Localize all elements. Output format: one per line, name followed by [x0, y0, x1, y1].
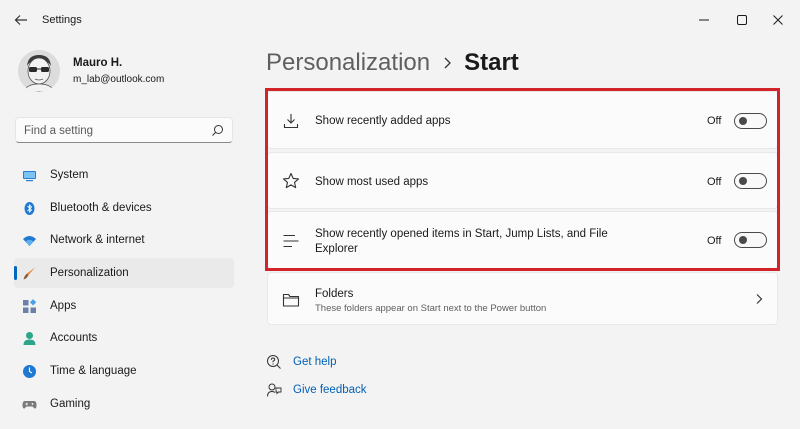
app-title: Settings — [42, 14, 82, 26]
sidebar-item-bluetooth[interactable]: Bluetooth & devices — [14, 193, 234, 223]
search-icon[interactable] — [211, 124, 224, 137]
get-help-label: Get help — [293, 356, 337, 368]
maximize-button[interactable] — [730, 8, 754, 32]
setting-most-used-apps: Show most used apps Off — [267, 152, 778, 209]
system-icon — [23, 171, 36, 182]
back-button[interactable] — [12, 11, 30, 29]
setting-label: Show recently opened items in Start, Jum… — [315, 228, 608, 240]
sidebar-item-label: System — [50, 169, 89, 181]
toggle-knob — [739, 117, 747, 125]
sidebar-item-label: Network & internet — [50, 234, 145, 247]
toggle-state-text: Off — [707, 235, 722, 247]
user-name: Mauro H. — [73, 57, 123, 69]
avatar-image — [18, 50, 60, 92]
toggle-knob — [739, 177, 747, 185]
chevron-right-icon — [756, 294, 763, 304]
title-bar: Settings — [0, 0, 800, 40]
brush-icon — [23, 267, 35, 280]
sidebar-item-network[interactable]: Network & internet — [14, 225, 234, 255]
user-email: m_lab@outlook.com — [73, 74, 165, 85]
setting-label: Show most used apps — [315, 176, 429, 188]
sidebar-item-label: Apps — [50, 299, 77, 312]
sidebar-item-system[interactable]: System — [14, 160, 234, 190]
toggle-state-text: Off — [707, 115, 722, 127]
recently-opened-items-toggle[interactable] — [734, 232, 767, 248]
maximize-icon — [737, 15, 747, 25]
sidebar-nav: System Bluetooth & devices Network & int… — [14, 160, 234, 422]
search-box[interactable] — [15, 117, 233, 143]
setting-recently-added-apps: Show recently added apps Off — [267, 91, 778, 149]
setting-label: Folders — [315, 288, 354, 300]
sidebar-item-personalization[interactable]: Personalization — [14, 258, 234, 289]
toggle-knob — [739, 236, 747, 244]
close-button[interactable] — [766, 8, 790, 32]
minimize-icon — [699, 19, 709, 21]
help-icon — [267, 355, 281, 369]
accounts-icon — [23, 332, 36, 346]
setting-label-continued: Explorer — [315, 243, 358, 255]
toggle-state-text: Off — [707, 176, 722, 188]
sidebar: Mauro H. m_lab@outlook.com System Blueto… — [0, 40, 250, 429]
bluetooth-icon — [24, 201, 35, 215]
recently-added-apps-toggle[interactable] — [734, 113, 767, 129]
minimize-button[interactable] — [692, 8, 716, 32]
download-icon — [283, 114, 299, 129]
give-feedback-label: Give feedback — [293, 384, 367, 396]
get-help-link[interactable]: Get help — [266, 353, 336, 371]
sidebar-item-time-language[interactable]: Time & language — [14, 356, 234, 386]
setting-description: These folders appear on Start next to th… — [315, 303, 547, 314]
setting-label: Show recently added apps — [315, 115, 451, 127]
user-profile[interactable]: Mauro H. m_lab@outlook.com — [18, 50, 248, 100]
setting-folders[interactable]: Folders These folders appear on Start ne… — [267, 272, 778, 325]
back-arrow-icon — [14, 15, 27, 25]
sidebar-item-label: Accounts — [50, 332, 98, 345]
search-input[interactable] — [24, 123, 204, 138]
sidebar-item-label: Gaming — [50, 397, 91, 410]
breadcrumb: Personalization Start — [266, 47, 519, 79]
gamepad-icon — [22, 400, 37, 409]
wifi-icon — [23, 236, 36, 247]
clock-globe-icon — [23, 365, 36, 379]
avatar — [18, 50, 60, 92]
setting-recently-opened-items: Show recently opened items in Start, Jum… — [267, 211, 778, 269]
sidebar-item-label: Personalization — [50, 267, 129, 280]
close-icon — [773, 15, 783, 25]
give-feedback-link[interactable]: Give feedback — [266, 381, 367, 399]
sidebar-item-apps[interactable]: Apps — [14, 291, 234, 321]
most-used-apps-toggle[interactable] — [734, 173, 767, 189]
star-icon — [282, 172, 300, 189]
sidebar-item-label: Bluetooth & devices — [50, 201, 152, 214]
feedback-icon — [267, 383, 282, 397]
breadcrumb-parent[interactable]: Personalization — [266, 49, 430, 77]
sidebar-item-accounts[interactable]: Accounts — [14, 323, 234, 353]
list-icon — [283, 234, 299, 248]
sidebar-item-label: Time & language — [50, 365, 137, 378]
folder-icon — [282, 293, 300, 307]
page-title: Start — [464, 49, 519, 76]
breadcrumb-chevron-icon — [436, 51, 458, 75]
sidebar-item-gaming[interactable]: Gaming — [14, 389, 234, 419]
apps-icon — [23, 298, 37, 313]
